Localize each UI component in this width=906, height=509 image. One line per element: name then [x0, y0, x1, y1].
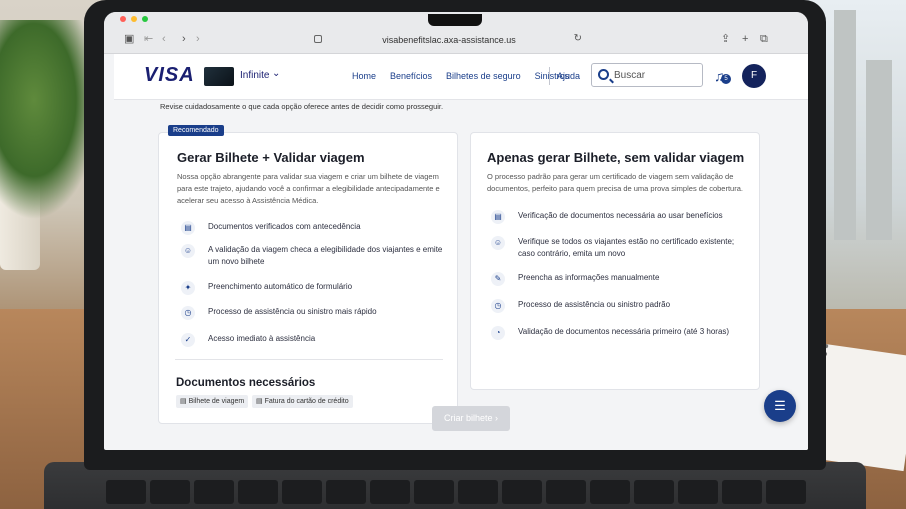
chat-clock-icon: ◔ — [491, 326, 505, 340]
chevron-down-icon[interactable]: ⌄ — [272, 68, 280, 79]
avatar[interactable]: F — [742, 64, 766, 88]
sparkle-icon: ✦ — [181, 281, 195, 295]
feature-text: Validação de documentos necessária prime… — [518, 327, 730, 336]
feature-text: Verificação de documentos necessária ao … — [518, 211, 723, 220]
pencil-icon: ✎ — [491, 272, 505, 286]
feature-item: ✎ Preencha as informações manualmente — [491, 272, 753, 286]
feature-item: ✓ Acesso imediato à assistência — [181, 333, 451, 347]
visa-logo[interactable]: VISA — [144, 64, 195, 87]
feature-item: ☺ A validação da viagem checa a elegibil… — [181, 244, 451, 268]
forward-icon[interactable]: › — [182, 32, 186, 46]
nav-home[interactable]: Home — [352, 71, 376, 81]
option-title: Gerar Bilhete + Validar viagem — [177, 150, 365, 165]
nav-insurance-tickets[interactable]: Bilhetes de seguro — [446, 71, 521, 81]
feature-text: Acesso imediato à assistência — [208, 334, 316, 343]
forward-menu-icon[interactable]: › — [196, 32, 200, 46]
option-card-ticket-only[interactable]: Apenas gerar Bilhete, sem validar viagem… — [470, 132, 760, 390]
minimize-window-button[interactable] — [131, 16, 137, 22]
feature-text: Documentos verificados com antecedência — [208, 222, 361, 231]
option-card-validate[interactable]: Gerar Bilhete + Validar viagem Nossa opç… — [158, 132, 458, 424]
share-icon[interactable]: ⇪ — [721, 32, 730, 46]
close-window-button[interactable] — [120, 16, 126, 22]
feature-item: ☺ Verifique se todos os viajantes estão … — [491, 236, 753, 260]
nav-divider — [549, 67, 550, 85]
search-placeholder: Buscar — [614, 70, 646, 81]
feature-text: Processo de assistência ou sinistro padr… — [518, 300, 671, 309]
doc-chip-label: Fatura do cartão de crédito — [264, 398, 349, 405]
feature-text: Preenchimento automático de formulário — [208, 282, 353, 291]
notification-badge: 5 — [721, 74, 731, 84]
feature-item: ◷ Processo de assistência ou sinistro ma… — [181, 306, 451, 320]
feature-item: ▤ Documentos verificados com antecedênci… — [181, 221, 451, 235]
laptop-screen: ▣ ⇤ ‹ › › visabenefitslac.axa-assistance… — [104, 12, 808, 450]
address-text: visabenefitslac.axa-assistance.us — [382, 35, 516, 45]
tab-switcher-icon[interactable]: ⇤ — [144, 32, 153, 46]
check-circle-icon: ✓ — [181, 333, 195, 347]
feature-item: ✦ Preenchimento automático de formulário — [181, 281, 451, 295]
intro-text: Revise cuidadosamente o que cada opção o… — [160, 102, 444, 111]
card-tier-label[interactable]: Infinite — [240, 70, 269, 81]
feature-text: Preencha as informações manualmente — [518, 273, 660, 282]
doc-chip-invoice: ▤ Fatura do cartão de crédito — [252, 395, 353, 408]
recommended-badge: Recomendado — [168, 125, 224, 136]
sidebar-toggle-icon[interactable]: ▣ — [124, 32, 134, 46]
doc-chip-label: Bilhete de viagem — [188, 398, 245, 405]
address-bar[interactable]: visabenefitslac.axa-assistance.us ↻ — [304, 30, 594, 50]
document-check-icon: ▤ — [181, 221, 195, 235]
document-icon: ▤ — [491, 210, 505, 224]
option-title: Apenas gerar Bilhete, sem validar viagem — [487, 150, 745, 165]
maximize-window-button[interactable] — [142, 16, 148, 22]
reload-icon[interactable]: ↻ — [574, 33, 582, 44]
doc-chip-ticket: ▤ Bilhete de viagem — [176, 395, 249, 408]
create-ticket-button[interactable]: Criar bilhete › — [432, 406, 510, 431]
search-input[interactable]: Buscar — [591, 63, 703, 87]
user-add-icon: ☺ — [491, 236, 505, 250]
nav-benefits[interactable]: Benefícios — [390, 71, 432, 81]
site-header: VISA Infinite ⌄ Home Benefícios Bilhetes… — [114, 54, 808, 100]
feature-text: Verifique se todos os viajantes estão no… — [518, 237, 735, 258]
card-thumbnail — [204, 67, 234, 86]
option-description: O processo padrão para gerar um certific… — [487, 172, 743, 193]
feature-text: A validação da viagem checa a elegibilid… — [208, 245, 443, 266]
option-description: Nossa opção abrangente para validar sua … — [177, 172, 440, 205]
required-docs-title: Documentos necessários — [176, 377, 316, 389]
back-icon[interactable]: ‹ — [162, 32, 166, 46]
feature-text: Processo de assistência ou sinistro mais… — [208, 307, 377, 316]
clock-icon: ◷ — [491, 299, 505, 313]
feature-item: ▤ Verificação de documentos necessária a… — [491, 210, 753, 224]
keyboard — [106, 480, 806, 504]
new-tab-icon[interactable]: + — [742, 32, 748, 46]
tab-overview-icon[interactable]: ⧉ — [760, 32, 768, 46]
chat-icon[interactable]: ☰ — [764, 390, 796, 422]
create-ticket-label: Criar bilhete — [443, 413, 493, 423]
window-controls — [120, 16, 148, 22]
search-icon — [598, 69, 609, 80]
divider — [175, 359, 443, 360]
main-content: Revise cuidadosamente o que cada opção o… — [114, 100, 808, 450]
page-settings-icon[interactable] — [314, 35, 322, 43]
feature-item: ◷ Processo de assistência ou sinistro pa… — [491, 299, 753, 313]
nav-help[interactable]: Ajuda — [557, 71, 580, 81]
camera-notch — [428, 14, 482, 26]
timer-icon: ◷ — [181, 306, 195, 320]
user-check-icon: ☺ — [181, 244, 195, 258]
feature-item: ◔ Validação de documentos necessária pri… — [491, 326, 753, 340]
